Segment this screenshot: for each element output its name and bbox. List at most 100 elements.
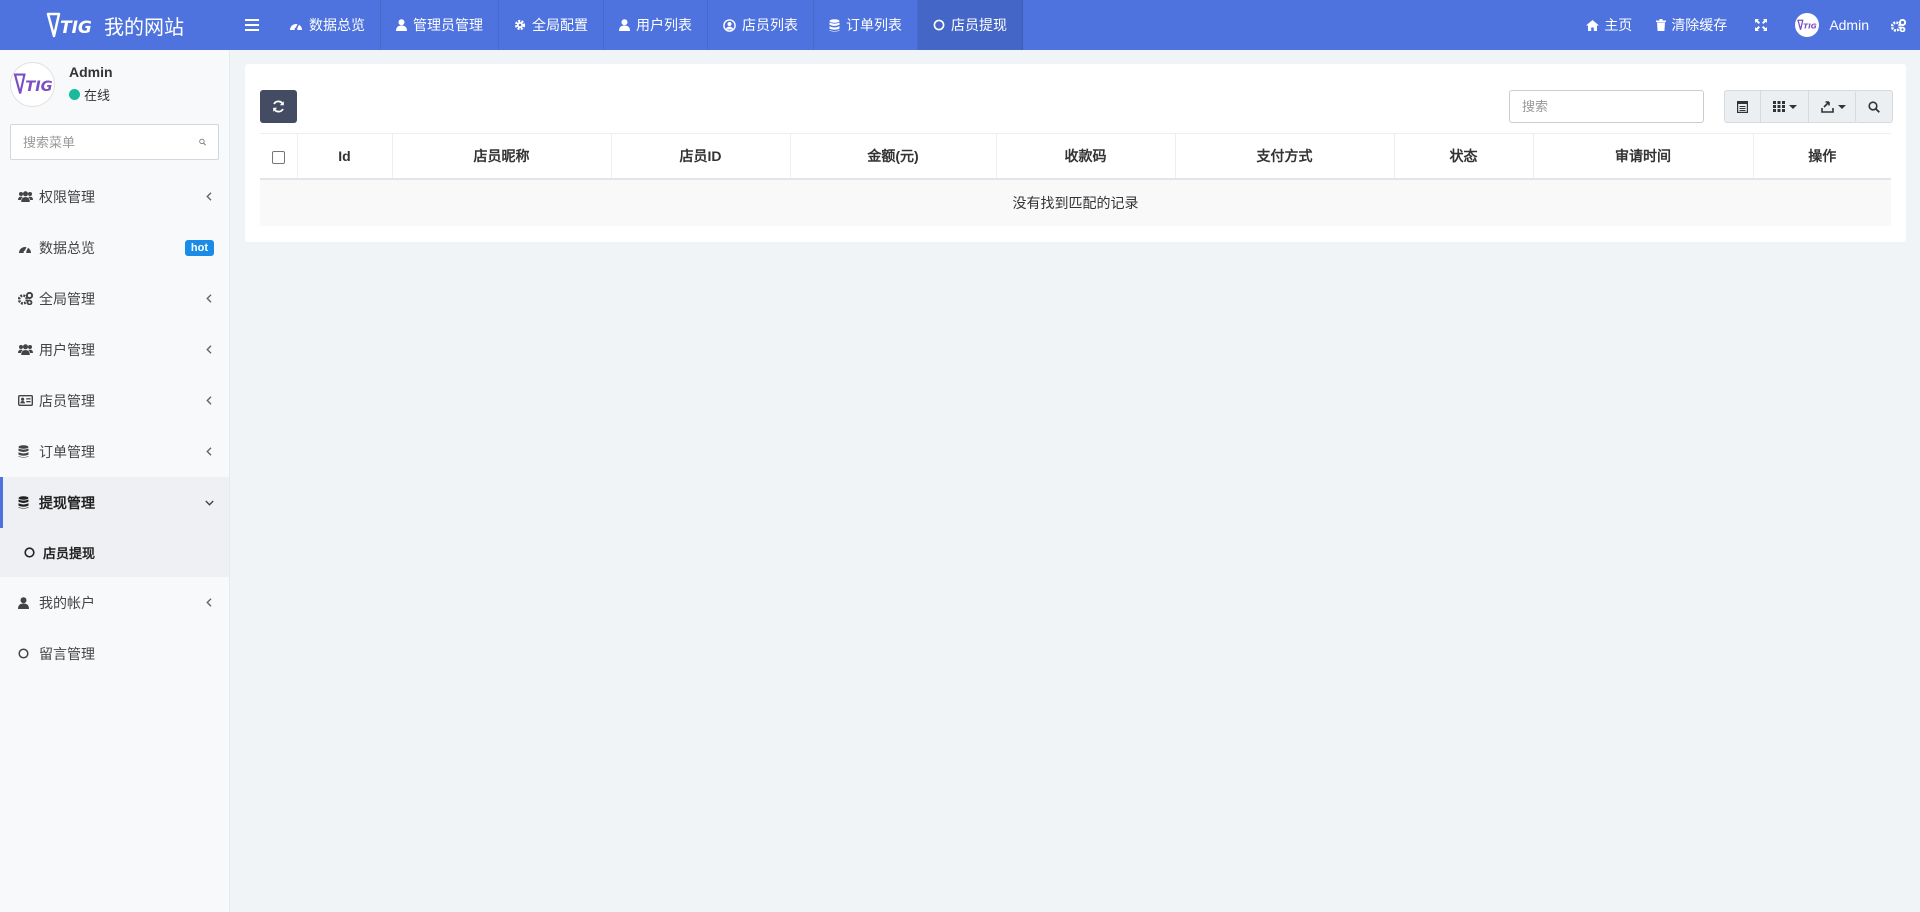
chevron-left-icon xyxy=(206,294,212,303)
circle-icon xyxy=(24,547,35,558)
sidebar-item-dashboard[interactable]: 数据总览 hot xyxy=(0,222,229,273)
clear-cache-button[interactable]: 清除缓存 xyxy=(1644,0,1739,50)
tab-label: 订单列表 xyxy=(846,17,902,33)
user-icon xyxy=(396,19,407,31)
tab-global-config[interactable]: 全局配置 xyxy=(499,0,604,50)
chevron-left-icon xyxy=(206,598,212,607)
column-header-payment-method[interactable]: 支付方式 xyxy=(1174,133,1394,180)
empty-row: 没有找到匹配的记录 xyxy=(260,178,1891,226)
sidebar-item-messages[interactable]: 留言管理 xyxy=(0,628,229,679)
sidebar-item-orders[interactable]: 订单管理 xyxy=(0,426,229,477)
sidebar-item-permissions[interactable]: 权限管理 xyxy=(0,171,229,222)
sidebar-toggle-button[interactable] xyxy=(230,0,274,50)
select-all-checkbox[interactable] xyxy=(271,150,285,164)
settings-button[interactable] xyxy=(1881,0,1920,50)
grid-icon xyxy=(1772,101,1785,112)
table-header-row: Id 店员昵称 店员ID 金额(元) 收款码 支付方式 状态 审请时间 操作 xyxy=(260,133,1891,180)
users-icon xyxy=(18,191,33,202)
cogs-icon xyxy=(18,292,33,305)
table-view-buttons xyxy=(1724,90,1858,123)
users-icon xyxy=(18,344,33,355)
sidebar-subitem-label: 店员提现 xyxy=(43,546,96,561)
no-records-message: 没有找到匹配的记录 xyxy=(260,178,1891,226)
table-search-input[interactable] xyxy=(1509,90,1704,123)
id-card-icon xyxy=(18,395,33,406)
sidebar-subitem-clerk-withdraw[interactable]: 店员提现 xyxy=(0,528,229,577)
dashboard-icon xyxy=(19,245,31,253)
columns-button[interactable] xyxy=(1761,90,1809,123)
tab-clerk-withdraw[interactable]: 店员提现 xyxy=(918,0,1023,50)
home-link[interactable]: 主页 xyxy=(1574,0,1644,50)
clear-cache-label: 清除缓存 xyxy=(1671,17,1728,33)
column-header-id[interactable]: Id xyxy=(296,133,392,180)
sidebar-item-label: 用户管理 xyxy=(39,341,95,358)
column-header-apply-time[interactable]: 审请时间 xyxy=(1532,133,1753,180)
sidebar-item-users[interactable]: 用户管理 xyxy=(0,324,229,375)
dashboard-icon xyxy=(290,22,302,31)
sidebar-item-my-account[interactable]: 我的帐户 xyxy=(0,577,229,628)
table-view-icon xyxy=(1737,100,1748,113)
user-icon xyxy=(18,596,29,609)
tab-label: 全局配置 xyxy=(532,17,588,33)
withdraw-submenu: 店员提现 xyxy=(0,528,229,577)
gear-icon xyxy=(514,19,526,31)
search-icon[interactable] xyxy=(199,136,206,148)
column-header-amount[interactable]: 金额(元) xyxy=(789,133,996,180)
cogs-icon xyxy=(1891,18,1906,32)
sidebar-item-clerks[interactable]: 店员管理 xyxy=(0,375,229,426)
sidebar-item-withdraw[interactable]: 提现管理 xyxy=(0,477,229,528)
database-icon xyxy=(829,18,840,32)
tab-clerk-list[interactable]: 店员列表 xyxy=(708,0,814,50)
search-icon xyxy=(1868,100,1880,113)
export-icon xyxy=(1820,100,1834,113)
tab-admin-manage[interactable]: 管理员管理 xyxy=(381,0,499,50)
nav-tabs: 数据总览 管理员管理 全局配置 用户列表 店员列表 订单列表 店员提现 xyxy=(274,0,1023,50)
logo-icon: TIGI xyxy=(13,73,53,95)
fullscreen-button[interactable] xyxy=(1739,0,1783,50)
menu-search-input[interactable] xyxy=(23,134,199,150)
svg-text:TIGI: TIGI xyxy=(1803,21,1817,30)
sidebar-menu: 权限管理 数据总览 hot 全局管理 用户管理 店员管理 订单管理 提现管理 店… xyxy=(0,171,229,679)
column-header-clerk-id[interactable]: 店员ID xyxy=(610,133,790,180)
sidebar-item-label: 权限管理 xyxy=(39,188,95,205)
tab-order-list[interactable]: 订单列表 xyxy=(814,0,918,50)
svg-text:TIGI: TIGI xyxy=(25,78,53,95)
tab-label: 店员列表 xyxy=(742,17,798,33)
column-header-payment-code[interactable]: 收款码 xyxy=(995,133,1175,180)
hamburger-icon xyxy=(245,19,259,31)
logo-icon: TIGI xyxy=(46,11,92,39)
column-header-status[interactable]: 状态 xyxy=(1393,133,1533,180)
database-icon xyxy=(18,496,29,509)
avatar: TIGI xyxy=(10,61,55,107)
circle-icon xyxy=(18,648,29,659)
user-status: 在线 xyxy=(69,85,113,104)
caret-down-icon xyxy=(1837,104,1846,109)
export-button[interactable] xyxy=(1809,90,1858,123)
header-right: 主页 清除缓存 TIGI Admin xyxy=(1574,0,1920,50)
toggle-view-button[interactable] xyxy=(1724,90,1761,123)
site-name: 我的网站 xyxy=(104,16,184,39)
chevron-left-icon xyxy=(206,396,212,405)
admin-name: Admin xyxy=(1829,17,1869,33)
tab-user-list[interactable]: 用户列表 xyxy=(604,0,708,50)
user-icon xyxy=(619,19,630,31)
chevron-down-icon xyxy=(204,500,214,506)
refresh-button[interactable] xyxy=(260,90,297,123)
home-icon xyxy=(1586,19,1600,31)
chevron-left-icon xyxy=(206,192,212,201)
admin-menu[interactable]: TIGI Admin xyxy=(1783,0,1881,50)
tab-dashboard[interactable]: 数据总览 xyxy=(274,0,381,50)
online-status-dot xyxy=(69,89,80,100)
hot-badge: hot xyxy=(184,239,214,256)
sidebar-item-label: 全局管理 xyxy=(39,290,95,307)
user-info: Admin 在线 xyxy=(69,64,113,104)
advanced-search-button[interactable] xyxy=(1855,90,1893,123)
fullscreen-icon xyxy=(1755,19,1768,31)
tab-label: 管理员管理 xyxy=(413,17,483,33)
tab-label: 店员提现 xyxy=(951,17,1007,33)
sidebar-item-label: 我的帐户 xyxy=(39,594,95,611)
column-header-clerk-nickname[interactable]: 店员昵称 xyxy=(391,133,611,180)
sidebar-item-global[interactable]: 全局管理 xyxy=(0,273,229,324)
logo-area[interactable]: TIGI 我的网站 xyxy=(0,0,230,50)
refresh-icon xyxy=(273,100,284,113)
